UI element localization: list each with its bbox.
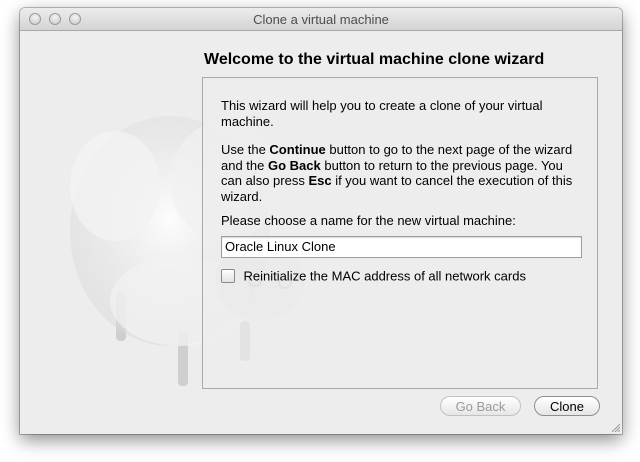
- clone-wizard-window: Clone a virtual machine Welcome to the v…: [20, 8, 622, 434]
- reinit-mac-label[interactable]: Reinitialize the MAC address of all netw…: [243, 268, 526, 283]
- title-bar[interactable]: Clone a virtual machine: [20, 8, 622, 31]
- reinit-mac-row[interactable]: Reinitialize the MAC address of all netw…: [221, 267, 526, 283]
- vm-name-input[interactable]: [221, 236, 582, 258]
- page-title: Welcome to the virtual machine clone wiz…: [204, 51, 545, 68]
- wizard-panel: This wizard will help you to create a cl…: [202, 77, 598, 389]
- intro-text: This wizard will help you to create a cl…: [221, 98, 543, 129]
- resize-grip-icon[interactable]: [610, 422, 620, 432]
- instructions-text: Use the Continue button to go to the nex…: [221, 142, 573, 204]
- clone-button[interactable]: Clone: [534, 396, 600, 416]
- go-back-button[interactable]: Go Back: [440, 396, 521, 416]
- wizard-content: Welcome to the virtual machine clone wiz…: [20, 31, 622, 434]
- window-title: Clone a virtual machine: [253, 12, 389, 27]
- name-prompt-label: Please choose a name for the new virtual…: [221, 213, 516, 228]
- reinit-mac-checkbox[interactable]: [221, 268, 235, 283]
